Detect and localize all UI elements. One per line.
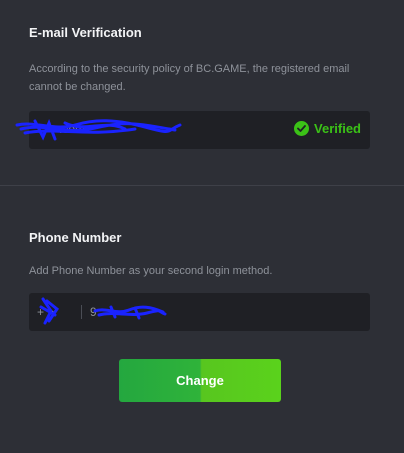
phone-number-section: Phone Number Add Phone Number as your se… — [0, 186, 404, 453]
change-button[interactable]: Change — [119, 359, 281, 402]
phone-number-input[interactable] — [90, 305, 350, 319]
country-code-value: + — [37, 305, 45, 319]
verified-badge: Verified — [294, 121, 361, 136]
check-circle-icon — [294, 121, 310, 136]
field-separator — [81, 305, 82, 319]
email-field: .com Verified — [15, 111, 370, 149]
verified-label: Verified — [314, 121, 361, 136]
email-policy-description: According to the security policy of BC.G… — [29, 63, 350, 93]
email-verification-title: E-mail Verification — [29, 25, 142, 40]
phone-field: + — [29, 293, 370, 331]
redaction-scribble — [15, 118, 182, 141]
phone-number-description: Add Phone Number as your second login me… — [29, 265, 273, 277]
email-verification-section: E-mail Verification According to the sec… — [0, 0, 404, 185]
email-value: .com — [59, 122, 86, 136]
country-code-selector[interactable]: + — [37, 293, 79, 331]
phone-number-title: Phone Number — [29, 230, 122, 245]
chevron-down-icon — [50, 309, 58, 314]
